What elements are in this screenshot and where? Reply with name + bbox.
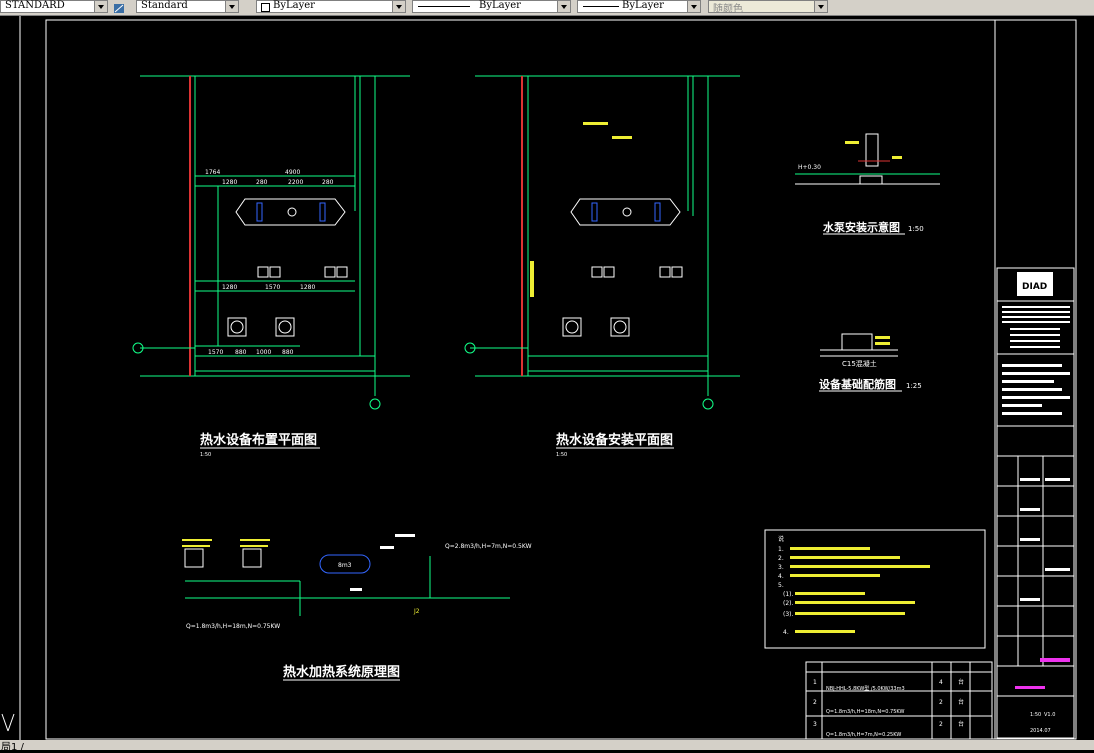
pump-detail-title: 水泵安装示意图 xyxy=(823,220,900,234)
line-sample-icon xyxy=(583,6,619,7)
row2-unit: 台 xyxy=(958,698,964,706)
row3-qty: 2 xyxy=(939,721,943,728)
color-value: 随颜色 xyxy=(713,4,743,15)
dim-mid-1: 1280 xyxy=(222,284,237,291)
dim-bot-3: 1000 xyxy=(256,349,271,356)
row2-no: 2 xyxy=(813,699,817,706)
row3-desc: Q=1.8m3/h,H=7m,N=0.25KW xyxy=(826,732,901,738)
system-title: 热水加热系统原理图 xyxy=(283,664,400,680)
row1-desc: NBJ-HHL-5.8KW型 /5.0KW/33m3 xyxy=(826,685,905,692)
plan1-scale: 1:50 xyxy=(200,452,211,458)
plan2-scale: 1:50 xyxy=(556,452,567,458)
note-3: 3. xyxy=(778,564,784,571)
linetype-dropdown[interactable]: ByLayer xyxy=(412,0,571,13)
title-block-version: V1.0 xyxy=(1044,712,1055,718)
color-swatch-icon xyxy=(261,3,270,12)
row1-qty: 4 xyxy=(939,679,943,686)
plan2-layout xyxy=(464,75,740,410)
title-block: DIAD V1.0 1:50 2014.07 xyxy=(996,267,1075,739)
line-sample-icon xyxy=(418,6,470,7)
notes-title: 说 xyxy=(778,535,784,543)
note-5: 5. xyxy=(778,582,784,589)
status-text: 局1 / xyxy=(1,742,24,753)
dim-bot-1: 1570 xyxy=(208,349,223,356)
title-block-date: 2014.07 xyxy=(1030,728,1051,734)
note-1: 1. xyxy=(778,546,784,553)
chevron-down-icon[interactable] xyxy=(392,1,405,12)
dim-1764: 1764 xyxy=(205,169,220,176)
foundation-detail-title: 设备基础配筋图 xyxy=(819,377,896,391)
note-2: 2. xyxy=(778,555,784,562)
drawing-canvas[interactable]: 1764 4900 1280 280 2200 280 1280 1570 12… xyxy=(0,16,1094,741)
row2-desc: Q=1.8m3/h,H=18m,N=0.75KW xyxy=(826,709,905,715)
row1-no: 1 xyxy=(813,679,817,686)
text-style-value: STANDARD xyxy=(5,0,65,11)
pump-elevation-label: H+0.30 xyxy=(798,164,821,171)
sheet-frame xyxy=(45,19,1077,740)
chevron-down-icon[interactable] xyxy=(814,1,827,12)
dim-style-icon[interactable] xyxy=(112,0,126,13)
dim-bot-2: 880 xyxy=(235,349,247,356)
note-5-4: 4. xyxy=(783,629,789,636)
dim-style-value: Standard xyxy=(141,0,188,11)
foundation-concrete-label: C15混凝土 xyxy=(842,359,877,368)
color-dropdown[interactable]: 随颜色 xyxy=(708,0,828,15)
dim-row-2: 280 xyxy=(256,179,268,186)
row1-unit: 台 xyxy=(958,678,964,686)
note-4: 4. xyxy=(778,573,784,580)
foundation-detail-drawing: C15混凝土 xyxy=(820,333,898,368)
plan1-dimensions: 1764 4900 1280 280 2200 280 1280 1570 12… xyxy=(205,169,334,356)
dim-row-3: 2200 xyxy=(288,179,303,186)
status-bar: 局1 / xyxy=(0,740,1094,753)
note-5-3: (3). xyxy=(783,611,793,618)
equipment-table: 1 NBJ-HHL-5.8KW型 /5.0KW/33m3 4 台 2 Q=1.8… xyxy=(805,661,993,740)
dim-row-4: 280 xyxy=(322,179,334,186)
ucs-icon xyxy=(1,713,15,732)
text-style-dropdown[interactable]: STANDARD xyxy=(0,0,108,13)
linetype-value: ByLayer xyxy=(479,0,521,11)
heater-label-1: Q=1.8m3/h,H=18m,N=0.75KW xyxy=(186,623,280,630)
dim-style-dropdown[interactable]: Standard xyxy=(136,0,239,13)
chevron-down-icon[interactable] xyxy=(687,1,700,12)
lineweight-dropdown[interactable]: ByLayer xyxy=(577,0,701,13)
row3-no: 3 xyxy=(813,721,817,728)
dim-row-1: 1280 xyxy=(222,179,237,186)
plan1-title: 热水设备布置平面图 xyxy=(200,432,317,448)
dim-bot-4: 880 xyxy=(282,349,294,356)
lineweight-value: ByLayer xyxy=(622,0,664,11)
pump-detail-scale: 1:50 xyxy=(908,225,924,233)
plan2-title: 热水设备安装平面图 xyxy=(556,432,673,448)
notes-box: 说 1. 2. 3. 4. 5. (1). (2). (3). 4. xyxy=(764,529,986,649)
heater-label-2: Q=2.8m3/h,H=7m,N=0.5KW xyxy=(445,543,532,550)
note-5-1: (1). xyxy=(783,591,793,598)
row3-unit: 台 xyxy=(958,720,964,728)
chevron-down-icon[interactable] xyxy=(557,1,570,12)
foundation-detail-scale: 1:25 xyxy=(906,382,922,390)
pump-detail-drawing: H+0.30 xyxy=(795,133,940,185)
chevron-down-icon[interactable] xyxy=(94,1,107,12)
dim-mid-3: 1280 xyxy=(300,284,315,291)
properties-toolbar: STANDARD Standard ByLayer ByLayer ByLaye… xyxy=(0,0,1094,16)
pipe-label: J2 xyxy=(413,608,420,615)
layer-dropdown[interactable]: ByLayer xyxy=(256,0,406,13)
dim-mid-2: 1570 xyxy=(265,284,280,291)
plan1-layout xyxy=(132,75,410,410)
chevron-down-icon[interactable] xyxy=(225,1,238,12)
dim-4900: 4900 xyxy=(285,169,300,176)
note-5-2: (2). xyxy=(783,600,793,607)
tank-volume-label: 8m3 xyxy=(338,562,352,569)
title-block-scale: 1:50 xyxy=(1030,712,1041,718)
company-logo: DIAD xyxy=(1022,282,1047,292)
layer-value: ByLayer xyxy=(273,0,315,11)
system-schematic: 8m3 J2 Q=1.8m3/h,H=18m,N=0.75KW Q=2.8m3/… xyxy=(182,534,532,630)
row2-qty: 2 xyxy=(939,699,943,706)
